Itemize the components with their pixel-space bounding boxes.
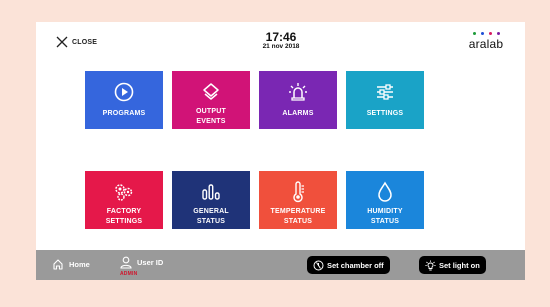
logo-dot: [496, 32, 500, 35]
tile-label: PROGRAMS: [87, 109, 161, 119]
tile-label: HUMIDITY STATUS: [348, 207, 422, 227]
tile-label-line: SETTINGS: [366, 110, 404, 117]
tile-label-line: SETTINGS: [105, 218, 143, 225]
tile-label-line: STATUS: [283, 218, 313, 225]
brand-logo: aralab: [462, 32, 510, 51]
thermometer-icon: [293, 181, 304, 203]
play-icon: [114, 82, 134, 102]
tile-factory-settings[interactable]: FACTORY SETTINGS: [85, 171, 163, 229]
tile-label: ALARMS: [261, 109, 335, 119]
user-id-label: User ID: [137, 258, 164, 267]
tile-label: SETTINGS: [348, 109, 422, 119]
tile-label: GENERAL STATUS: [174, 207, 248, 227]
tile-label-line: STATUS: [370, 218, 400, 225]
tile-general-status[interactable]: GENERAL STATUS: [172, 171, 250, 229]
logo-dot: [488, 32, 492, 35]
tile-label: OUTPUT EVENTS: [174, 107, 248, 127]
tile-humidity-status[interactable]: HUMIDITY STATUS: [346, 171, 424, 229]
alarm-light-icon: [289, 83, 307, 101]
home-label: Home: [69, 259, 90, 269]
sliders-icon: [377, 84, 393, 100]
tile-label: TEMPERATURE STATUS: [261, 207, 335, 227]
clock-date: 21 nov 2018: [262, 43, 300, 50]
close-icon: [56, 36, 68, 48]
tile-label-line: EVENTS: [196, 118, 226, 125]
bottom-bar: Home User ID ADMIN Set chamber off Set l…: [36, 250, 525, 280]
light-bulb-icon: [425, 260, 436, 270]
device-screen: CLOSE 17:46 21 nov 2018 aralab PROGRAMS: [36, 22, 525, 280]
set-chamber-off-label: Set chamber off: [327, 260, 384, 270]
tile-temperature-status[interactable]: TEMPERATURE STATUS: [259, 171, 337, 229]
home-icon: [53, 259, 63, 270]
close-label: CLOSE: [72, 38, 98, 46]
logo-dot: [472, 32, 476, 35]
tile-label-line: PROGRAMS: [102, 110, 146, 117]
close-button[interactable]: CLOSE: [56, 36, 97, 48]
logo-dot: [480, 32, 484, 35]
tile-label-line: TEMPERATURE: [270, 208, 326, 215]
set-light-on-button[interactable]: Set light on: [419, 256, 486, 274]
clock: 17:46 21 nov 2018: [246, 31, 316, 51]
user-icon: [120, 256, 132, 269]
tile-label: FACTORY SETTINGS: [87, 207, 161, 227]
tile-settings[interactable]: SETTINGS: [346, 71, 424, 129]
tile-alarms[interactable]: ALARMS: [259, 71, 337, 129]
power-off-icon: [313, 260, 324, 270]
set-chamber-off-button[interactable]: Set chamber off: [307, 256, 390, 274]
user-role-label: ADMIN: [120, 271, 138, 277]
clock-time: 17:46: [265, 30, 297, 44]
tile-label-line: STATUS: [196, 218, 226, 225]
tile-label-line: OUTPUT: [196, 108, 226, 115]
layers-icon: [203, 83, 219, 100]
brand-name: aralab: [468, 37, 504, 51]
set-light-on-label: Set light on: [439, 260, 480, 270]
gears-icon: [115, 184, 133, 201]
tile-programs[interactable]: PROGRAMS: [85, 71, 163, 129]
tile-label-line: GENERAL: [193, 208, 229, 215]
water-drop-icon: [378, 181, 392, 202]
home-button[interactable]: Home: [52, 258, 90, 270]
top-bar: CLOSE 17:46 21 nov 2018 aralab: [36, 22, 525, 66]
tile-label-line: FACTORY: [106, 208, 142, 215]
tile-label-line: ALARMS: [282, 110, 314, 117]
tile-output-events[interactable]: OUTPUT EVENTS: [172, 71, 250, 129]
user-id-button[interactable]: User ID: [120, 256, 163, 269]
bar-chart-icon: [202, 184, 220, 200]
tile-label-line: HUMIDITY: [367, 208, 403, 215]
